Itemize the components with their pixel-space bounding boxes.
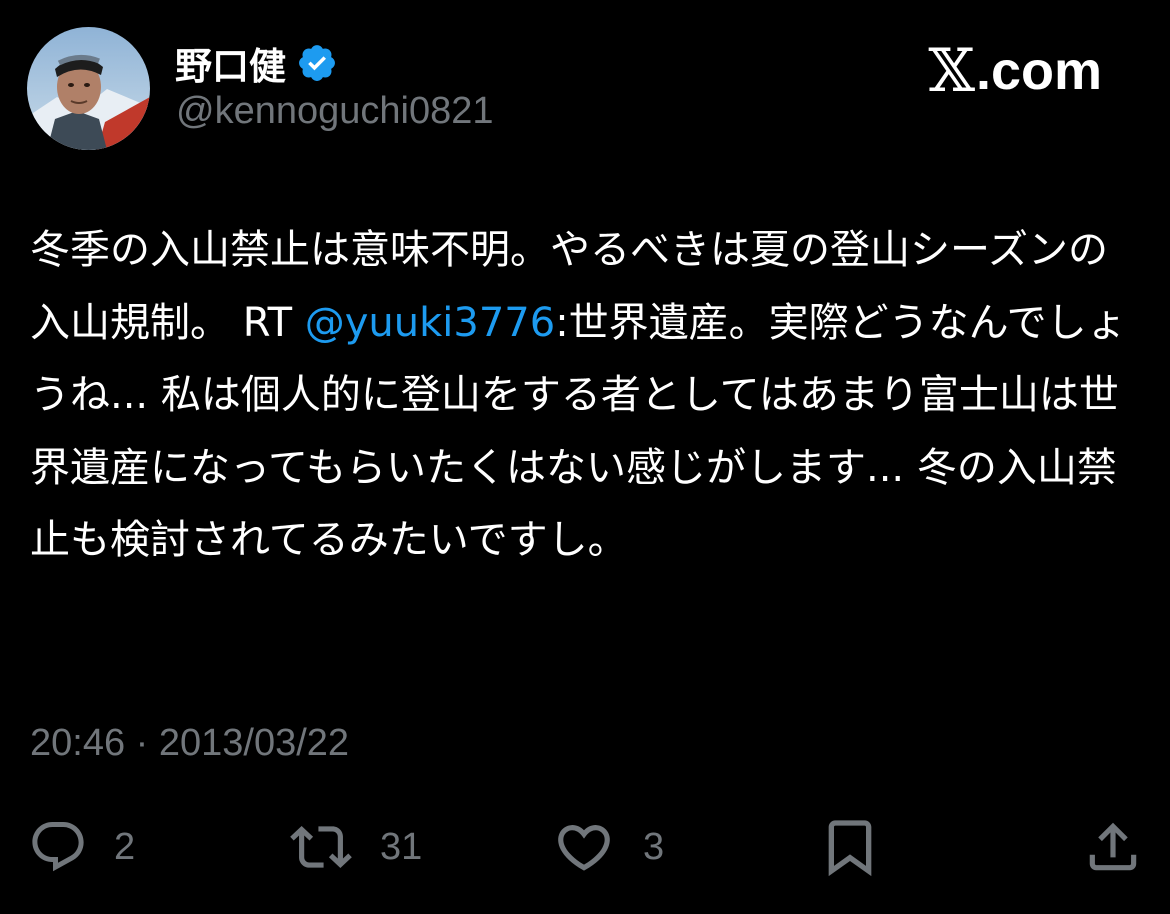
avatar[interactable] xyxy=(27,27,150,150)
share-icon xyxy=(1082,816,1144,878)
tweet-card: 野口健 @kennoguchi0821 𝕏 .com 冬季の入山禁止は意味不明。や… xyxy=(0,0,1170,914)
retweet-button[interactable]: 31 xyxy=(290,812,422,882)
author-display-name[interactable]: 野口健 xyxy=(175,36,286,90)
author-handle[interactable]: @kennoguchi0821 xyxy=(176,90,494,133)
reply-icon xyxy=(28,817,88,877)
reply-button[interactable]: 2 xyxy=(28,812,135,882)
x-logo-icon: 𝕏 xyxy=(928,36,975,106)
author-name-row: 野口健 xyxy=(175,38,338,88)
reply-count: 2 xyxy=(114,825,136,868)
heart-icon xyxy=(553,816,615,878)
x-com-logo: 𝕏 .com xyxy=(928,36,1102,106)
action-bar: 2 31 3 xyxy=(0,812,1170,882)
mention-link[interactable]: @yuuki3776 xyxy=(305,300,555,346)
tweet-timestamp[interactable]: 20:46 · 2013/03/22 xyxy=(30,722,349,765)
brand-domain: .com xyxy=(975,41,1102,101)
bookmark-icon xyxy=(818,815,882,879)
share-button[interactable] xyxy=(1082,812,1144,882)
tweet-text: 冬季の入山禁止は意味不明。やるべきは夏の登山シーズンの入山規制。 RT @yuu… xyxy=(30,214,1140,577)
bookmark-button[interactable] xyxy=(818,812,882,882)
like-count: 3 xyxy=(643,825,665,868)
retweet-icon xyxy=(290,816,352,878)
like-button[interactable]: 3 xyxy=(553,812,664,882)
retweet-count: 31 xyxy=(380,825,423,868)
verified-badge-icon xyxy=(296,42,338,84)
